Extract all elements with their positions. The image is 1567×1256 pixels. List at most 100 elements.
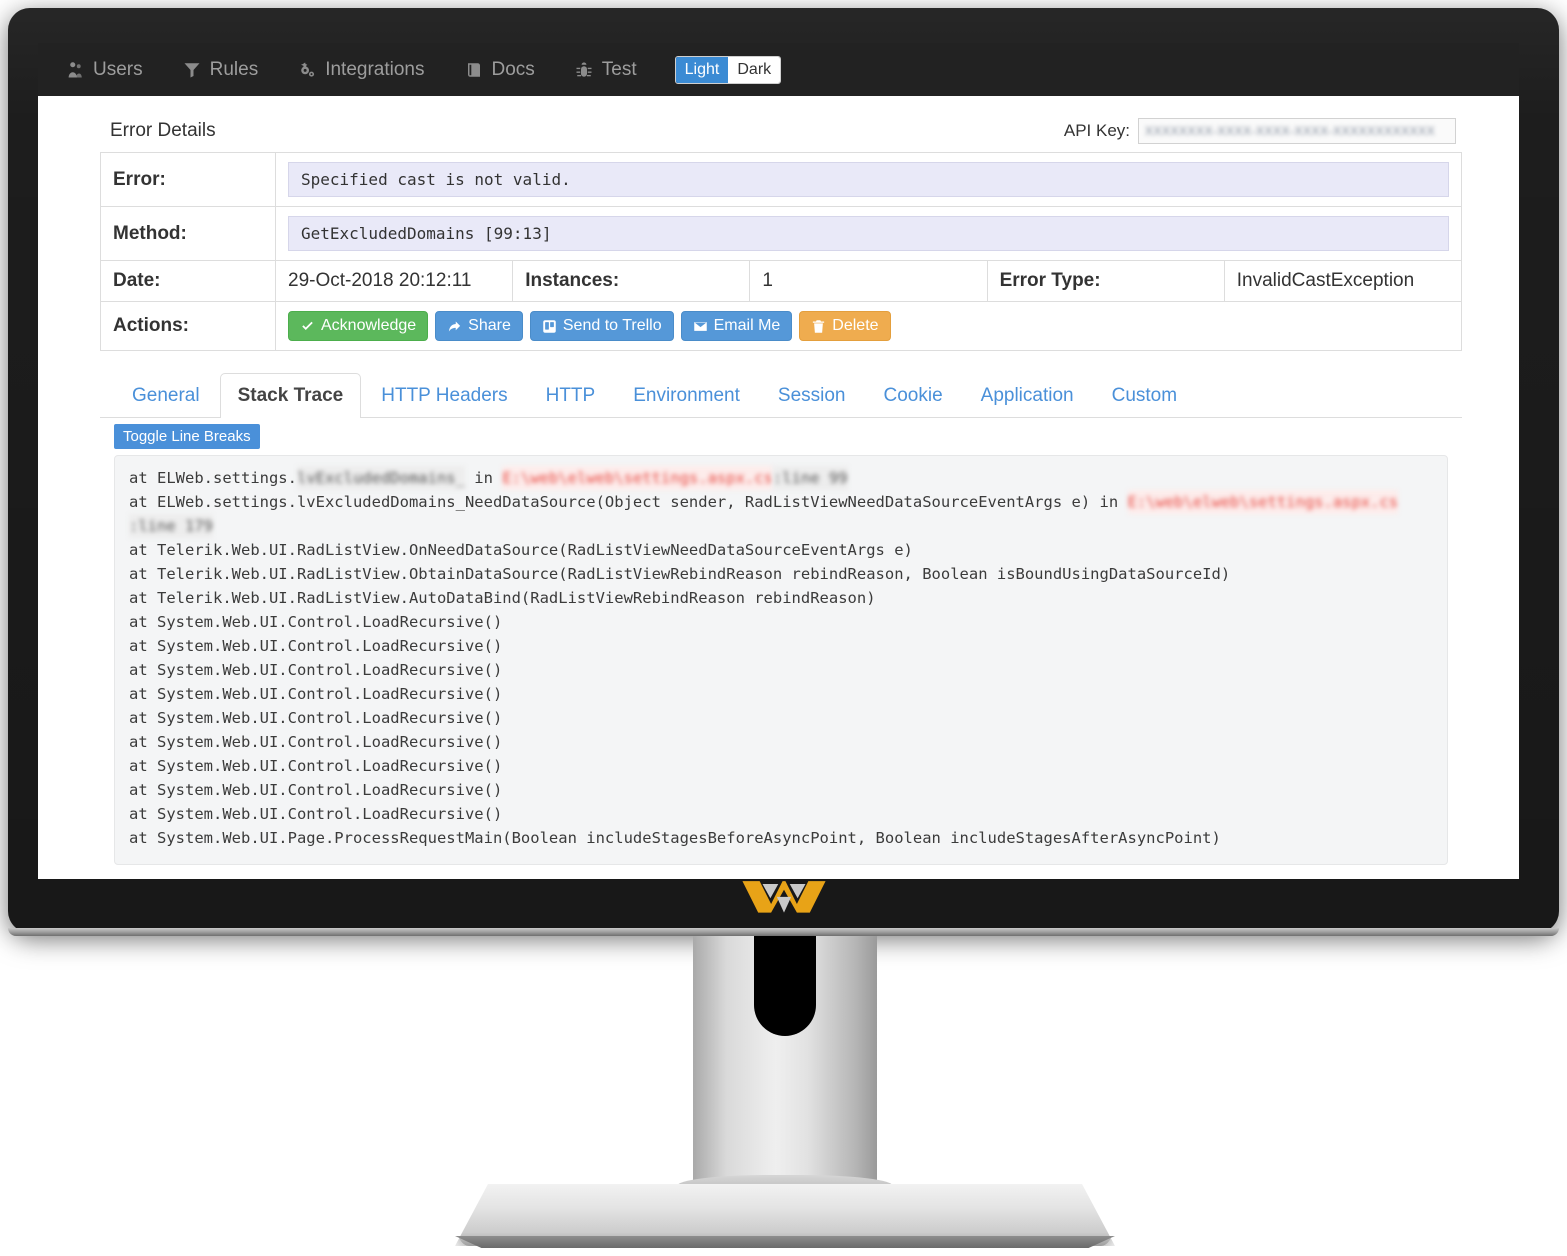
stack-trace-line: at ELWeb.settings.lvExcludedDomains_ in … bbox=[129, 466, 1433, 490]
instances-value: 1 bbox=[749, 260, 988, 302]
stack-trace-line: at System.Web.UI.Control.LoadRecursive() bbox=[129, 730, 1433, 754]
stack-trace-line: at System.Web.UI.Control.LoadRecursive() bbox=[129, 802, 1433, 826]
redacted-path: E:\web\elweb\settings.aspx.cs bbox=[502, 466, 773, 490]
toggle-line-breaks-button[interactable]: Toggle Line Breaks bbox=[114, 424, 260, 449]
instances-label: Instances: bbox=[512, 260, 751, 302]
tab-bar: General Stack Trace HTTP Headers HTTP En… bbox=[100, 373, 1462, 418]
stack-trace-line: at System.Web.UI.Control.LoadRecursive() bbox=[129, 778, 1433, 802]
nav-item-label: Test bbox=[601, 58, 637, 80]
email-me-label: Email Me bbox=[713, 317, 781, 334]
tab-http[interactable]: HTTP bbox=[528, 373, 614, 418]
tab-custom[interactable]: Custom bbox=[1094, 373, 1195, 418]
trash-icon bbox=[811, 319, 826, 334]
api-key-value-redacted: XXXXXXXX-XXXX-XXXX-XXXX-XXXXXXXXXXXX bbox=[1145, 124, 1436, 138]
monitor-foot-edge bbox=[8, 928, 1559, 936]
tab-cookie[interactable]: Cookie bbox=[866, 373, 961, 418]
stack-trace-text: at ELWeb.settings. bbox=[129, 469, 297, 487]
nav-item-label: Users bbox=[93, 58, 143, 80]
book-icon bbox=[465, 61, 483, 79]
app-page: Error Details API Key: XXXXXXXX-XXXX-XXX… bbox=[38, 96, 1519, 879]
tab-environment[interactable]: Environment bbox=[615, 373, 758, 418]
share-label: Share bbox=[468, 317, 511, 334]
envelope-icon bbox=[693, 319, 708, 334]
tab-session[interactable]: Session bbox=[760, 373, 864, 418]
redacted-text: :line 179 bbox=[129, 514, 213, 538]
nav-item-label: Integrations bbox=[325, 58, 425, 80]
api-key-group: API Key: XXXXXXXX-XXXX-XXXX-XXXX-XXXXXXX… bbox=[1064, 118, 1456, 144]
date-value: 29-Oct-2018 20:12:11 bbox=[274, 260, 514, 302]
tab-general[interactable]: General bbox=[114, 373, 218, 418]
stack-trace-text: at System.Web.UI.Control.LoadRecursive() bbox=[129, 661, 503, 679]
stack-trace-text: at System.Web.UI.Control.LoadRecursive() bbox=[129, 613, 503, 631]
gears-icon bbox=[298, 61, 316, 79]
tab-stack-trace[interactable]: Stack Trace bbox=[219, 373, 362, 418]
trello-icon bbox=[542, 319, 557, 334]
error-value-cell: Specified cast is not valid. bbox=[275, 152, 1462, 207]
stack-trace-text: at Telerik.Web.UI.RadListView.AutoDataBi… bbox=[129, 589, 876, 607]
stack-trace-line: at ELWeb.settings.lvExcludedDomains_Need… bbox=[129, 490, 1433, 538]
table-row-error: Error: Specified cast is not valid. bbox=[100, 152, 1462, 207]
stack-trace-text: at ELWeb.settings.lvExcludedDomains_Need… bbox=[129, 493, 1128, 511]
stack-trace-text: at Telerik.Web.UI.RadListView.OnNeedData… bbox=[129, 541, 913, 559]
screenshot-stage: Users Rules Integrations Docs Test Light… bbox=[0, 0, 1567, 1256]
error-value: Specified cast is not valid. bbox=[288, 162, 1449, 197]
filter-icon bbox=[183, 61, 201, 79]
actions-label: Actions: bbox=[100, 301, 276, 351]
api-key-label: API Key: bbox=[1063, 121, 1130, 140]
stack-trace-text: at System.Web.UI.Control.LoadRecursive() bbox=[129, 757, 503, 775]
stack-trace-text: at System.Web.UI.Page.ProcessRequestMain… bbox=[129, 829, 1221, 847]
panel-header: Error Details API Key: XXXXXXXX-XXXX-XXX… bbox=[100, 118, 1462, 152]
monitor-stand-base-lip bbox=[455, 1236, 1115, 1248]
stack-trace-text: at System.Web.UI.Control.LoadRecursive() bbox=[129, 709, 503, 727]
delete-button[interactable]: Delete bbox=[799, 311, 891, 341]
table-row-method: Method: GetExcludedDomains [99:13] bbox=[100, 206, 1462, 261]
theme-light-button[interactable]: Light bbox=[675, 56, 729, 83]
stack-trace-text: at Telerik.Web.UI.RadListView.ObtainData… bbox=[129, 565, 1231, 583]
method-label: Method: bbox=[100, 206, 276, 261]
theme-dark-button[interactable]: Dark bbox=[728, 56, 781, 83]
error-details-table: Error: Specified cast is not valid. Meth… bbox=[100, 152, 1463, 351]
actions-cell: Acknowledge Share Send to Trello Email M… bbox=[275, 301, 1462, 351]
method-value-cell: GetExcludedDomains [99:13] bbox=[275, 206, 1462, 261]
acknowledge-label: Acknowledge bbox=[321, 317, 417, 334]
nav-item-test[interactable]: Test bbox=[555, 43, 657, 96]
stack-trace-line: at System.Web.UI.Control.LoadRecursive() bbox=[129, 706, 1433, 730]
stack-trace-text: at System.Web.UI.Control.LoadRecursive() bbox=[129, 781, 503, 799]
share-icon bbox=[447, 319, 462, 334]
nav-item-docs[interactable]: Docs bbox=[445, 43, 555, 96]
monitor-stand-slot bbox=[754, 936, 816, 1036]
theme-toggle: Light Dark bbox=[674, 55, 782, 84]
send-to-trello-button[interactable]: Send to Trello bbox=[529, 311, 674, 341]
table-row-actions: Actions: Acknowledge Share Send to Trell… bbox=[100, 301, 1462, 351]
error-type-value: InvalidCastException bbox=[1223, 260, 1463, 302]
stack-trace-line: at System.Web.UI.Control.LoadRecursive() bbox=[129, 682, 1433, 706]
check-icon bbox=[300, 319, 315, 334]
stack-trace-line: at Telerik.Web.UI.RadListView.OnNeedData… bbox=[129, 538, 1433, 562]
delete-label: Delete bbox=[832, 317, 879, 334]
nav-item-users[interactable]: Users bbox=[46, 43, 163, 96]
error-type-label: Error Type: bbox=[986, 260, 1225, 302]
send-to-trello-label: Send to Trello bbox=[562, 317, 662, 334]
email-me-button[interactable]: Email Me bbox=[680, 311, 793, 341]
nav-item-integrations[interactable]: Integrations bbox=[278, 43, 444, 96]
stack-trace-line: at System.Web.UI.Control.LoadRecursive() bbox=[129, 634, 1433, 658]
stack-trace-content[interactable]: at ELWeb.settings.lvExcludedDomains_ in … bbox=[114, 455, 1448, 865]
redacted-text: :line 99 bbox=[772, 466, 848, 490]
api-key-input[interactable]: XXXXXXXX-XXXX-XXXX-XXXX-XXXXXXXXXXXX bbox=[1138, 118, 1456, 144]
method-value: GetExcludedDomains [99:13] bbox=[288, 216, 1449, 251]
error-details-panel: Error Details API Key: XXXXXXXX-XXXX-XXX… bbox=[100, 118, 1463, 879]
action-buttons: Acknowledge Share Send to Trello Email M… bbox=[288, 311, 1449, 341]
table-row-date: Date: 29-Oct-2018 20:12:11 Instances: 1 … bbox=[100, 260, 1463, 302]
stack-trace-text: at System.Web.UI.Control.LoadRecursive() bbox=[129, 733, 503, 751]
share-button[interactable]: Share bbox=[435, 311, 523, 341]
acknowledge-button[interactable]: Acknowledge bbox=[288, 311, 429, 341]
stack-trace-line: at System.Web.UI.Control.LoadRecursive() bbox=[129, 658, 1433, 682]
stack-trace-text: in bbox=[464, 469, 503, 487]
user-icon bbox=[66, 61, 84, 79]
redacted-text: lvExcludedDomains_ bbox=[296, 466, 465, 490]
date-label: Date: bbox=[100, 260, 276, 302]
tab-http-headers[interactable]: HTTP Headers bbox=[363, 373, 525, 418]
top-navbar: Users Rules Integrations Docs Test Light… bbox=[38, 43, 1519, 96]
nav-item-rules[interactable]: Rules bbox=[163, 43, 279, 96]
tab-application[interactable]: Application bbox=[963, 373, 1092, 418]
